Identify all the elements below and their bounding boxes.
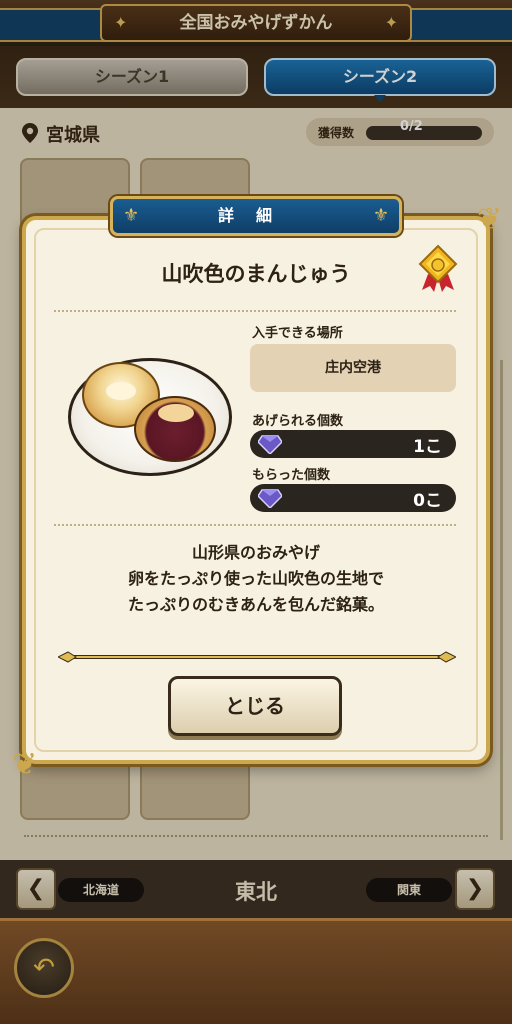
fleur-icon: ⚜ xyxy=(123,205,140,226)
manju-cut-image xyxy=(134,396,216,462)
gem-icon xyxy=(258,489,282,508)
description-line: たっぷりのむきあんを包んだ銘菓。 xyxy=(127,595,384,614)
corner-ornament-icon: ❦ xyxy=(476,202,502,237)
corner-ornament-icon: ❦ xyxy=(12,747,38,782)
gem-icon xyxy=(258,435,282,454)
location-value: 庄内空港 xyxy=(250,344,456,392)
divider xyxy=(54,524,456,526)
description-line: 山形県のおみやげ xyxy=(191,543,320,562)
item-name: 山吹色のまんじゅう xyxy=(161,262,351,286)
location-label: 入手できる場所 xyxy=(252,326,343,341)
received-count: 0こ xyxy=(250,484,456,512)
modal-header-label: 詳細 xyxy=(217,206,294,225)
divider xyxy=(54,310,456,312)
giveable-label: あげられる個数 xyxy=(252,414,344,429)
description-line: 卵をたっぷり使った山吹色の生地で xyxy=(127,569,384,588)
received-value: 0こ xyxy=(413,491,442,511)
close-button[interactable]: とじる xyxy=(168,676,342,736)
giveable-count: 1こ xyxy=(250,430,456,458)
fleur-icon: ⚜ xyxy=(372,205,389,226)
modal-header: ⚜ 詳細 ⚜ xyxy=(110,196,402,236)
giveable-value: 1こ xyxy=(413,437,442,457)
gold-divider xyxy=(58,651,456,663)
received-label: もらった個数 xyxy=(252,468,331,483)
medal-icon xyxy=(418,244,458,292)
item-description: 山形県のおみやげ 卵をたっぷり使った山吹色の生地で たっぷりのむきあんを包んだ銘… xyxy=(60,540,452,618)
